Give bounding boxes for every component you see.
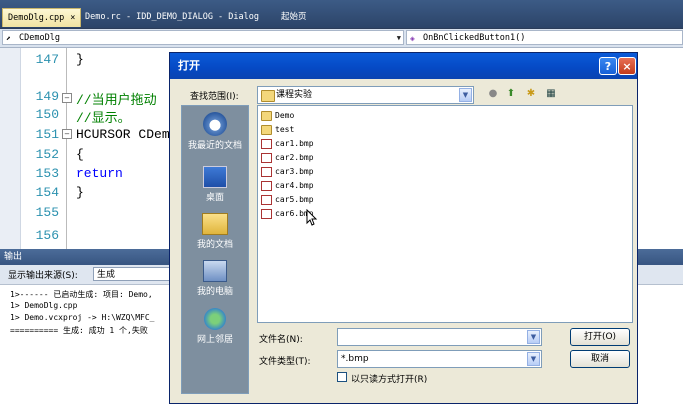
output-source-dropdown[interactable]: 生成 — [93, 267, 173, 281]
code-line: HCURSOR CDem — [76, 127, 170, 142]
chevron-down-icon: ▼ — [459, 88, 472, 102]
file-item[interactable]: Demo — [261, 109, 294, 122]
file-item[interactable]: car2.bmp — [261, 151, 314, 164]
readonly-label: 以只读方式打开(R) — [351, 375, 428, 385]
chevron-down-icon: ▼ — [396, 34, 401, 42]
line-number: 149 — [35, 89, 59, 104]
tab-demo-rc-dialog[interactable]: Demo.rc - IDD_DEMO_DIALOG - Dialog — [80, 8, 264, 26]
filename-label: 文件名(N): — [259, 335, 303, 345]
line-number: 153 — [35, 166, 59, 181]
close-button[interactable]: × — [618, 57, 636, 75]
new-folder-icon[interactable]: ✱ — [524, 87, 538, 101]
readonly-checkbox[interactable] — [337, 372, 347, 382]
place-desktop[interactable]: 桌面 — [182, 166, 248, 203]
line-number: 151 — [35, 127, 59, 142]
code-line: return — [76, 166, 123, 181]
class-dropdown[interactable]: ⬈ CDemoDlg ▼ — [2, 30, 404, 45]
code-line: { — [76, 147, 84, 162]
bitmap-file-icon — [261, 138, 272, 149]
file-item[interactable]: car4.bmp — [261, 179, 314, 192]
line-number: 156 — [35, 228, 59, 243]
fold-guide — [66, 48, 67, 249]
places-bar: 我最近的文档 桌面 我的文档 我的电脑 网上邻居 — [181, 105, 249, 394]
tab-start-page[interactable]: 起始页 — [276, 8, 312, 26]
bitmap-file-icon — [261, 180, 272, 191]
bitmap-file-icon — [261, 194, 272, 205]
file-item[interactable]: test — [261, 123, 294, 136]
fold-toggle-icon[interactable]: − — [62, 93, 72, 103]
code-line: //当用户拖动 — [76, 93, 157, 108]
view-menu-icon[interactable]: ▦ — [544, 87, 558, 101]
filename-input[interactable]: ▼ — [337, 328, 542, 346]
navigation-bar: ⬈ CDemoDlg ▼ ◈ OnBnClickedButton1() — [0, 29, 683, 48]
place-my-documents[interactable]: 我的文档 — [182, 213, 248, 250]
mouse-cursor-icon — [306, 209, 318, 226]
line-number: 152 — [35, 147, 59, 162]
back-icon[interactable]: ● — [486, 87, 500, 101]
place-recent-documents[interactable]: 我最近的文档 — [182, 112, 248, 151]
code-line: //显示。 — [76, 111, 131, 126]
editor-margin — [0, 48, 21, 249]
code-line: } — [76, 185, 84, 200]
place-my-computer[interactable]: 我的电脑 — [182, 260, 248, 297]
file-list[interactable]: Demo test car1.bmp car2.bmp car3.bmp car… — [257, 105, 633, 323]
code-line: } — [76, 52, 84, 67]
member-dropdown[interactable]: ◈ OnBnClickedButton1() — [406, 30, 683, 45]
tab-demodlg-cpp[interactable]: DemoDlg.cpp × — [2, 8, 82, 27]
folder-icon — [261, 90, 275, 102]
dialog-title-bar[interactable]: 打开 ? × — [170, 53, 637, 79]
method-icon: ◈ — [410, 34, 415, 43]
file-item[interactable]: car3.bmp — [261, 165, 314, 178]
chevron-down-icon: ▼ — [527, 330, 540, 344]
output-source-label: 显示输出来源(S): — [8, 271, 78, 281]
output-line: 1> DemoDlg.cpp — [10, 301, 78, 310]
filetype-dropdown[interactable]: *.bmp ▼ — [337, 350, 542, 368]
lookin-label: 查找范围(I): — [190, 92, 239, 102]
dialog-title: 打开 — [178, 59, 200, 72]
file-item[interactable]: car1.bmp — [261, 137, 314, 150]
desktop-icon — [203, 166, 227, 188]
line-number: 150 — [35, 107, 59, 122]
folder-icon — [261, 124, 272, 135]
output-line: 1> Demo.vcxproj -> H:\WZQ\MFC_ — [10, 313, 155, 322]
place-network[interactable]: 网上邻居 — [182, 308, 248, 345]
my-computer-icon — [203, 260, 227, 282]
recent-documents-icon — [203, 112, 227, 136]
chevron-down-icon: ▼ — [527, 352, 540, 366]
document-tab-strip: DemoDlg.cpp × Demo.rc - IDD_DEMO_DIALOG -… — [0, 0, 683, 28]
class-icon: ⬈ — [6, 34, 11, 43]
up-folder-icon[interactable]: ⬆ — [504, 87, 518, 101]
file-item[interactable]: car5.bmp — [261, 193, 314, 206]
line-number: 154 — [35, 185, 59, 200]
bitmap-file-icon — [261, 208, 272, 219]
output-line: ========== 生成: 成功 1 个,失败 — [10, 326, 148, 335]
bitmap-file-icon — [261, 152, 272, 163]
open-file-dialog: 打开 ? × 查找范围(I): 课程实验 ▼ ● ⬆ ✱ ▦ 我最近的文档 桌面… — [169, 52, 638, 404]
output-line: 1>------ 已启动生成: 项目: Demo, — [10, 290, 153, 299]
my-documents-icon — [202, 213, 228, 235]
help-button[interactable]: ? — [599, 57, 617, 75]
folder-icon — [261, 110, 272, 121]
line-number: 155 — [35, 205, 59, 220]
bitmap-file-icon — [261, 166, 272, 177]
filetype-label: 文件类型(T): — [259, 357, 311, 367]
cancel-button[interactable]: 取消 — [570, 350, 630, 368]
close-tab-icon[interactable]: × — [70, 13, 75, 23]
lookin-dropdown[interactable]: 课程实验 ▼ — [257, 86, 474, 104]
fold-toggle-icon[interactable]: − — [62, 129, 72, 139]
open-button[interactable]: 打开(O) — [570, 328, 630, 346]
line-number: 147 — [35, 52, 59, 67]
network-icon — [204, 308, 226, 330]
